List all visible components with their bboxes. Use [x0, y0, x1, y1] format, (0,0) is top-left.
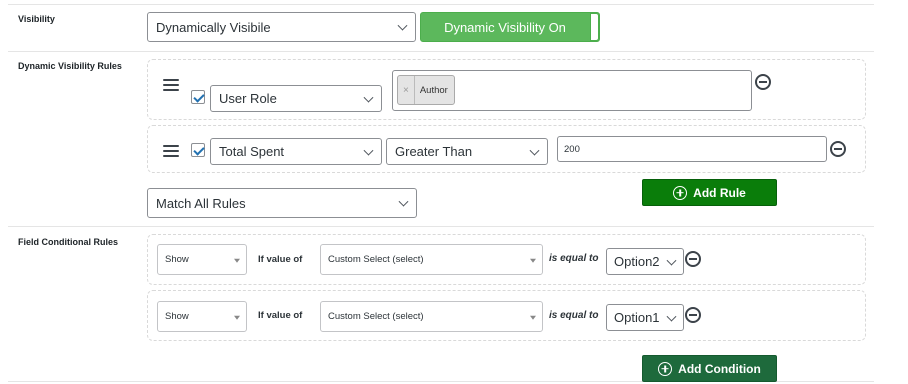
dynamic-visibility-toggle[interactable]: Dynamic Visibility On [420, 12, 600, 42]
match-rules-value: Match All Rules [156, 195, 246, 211]
rule-2-operator-select[interactable]: Greater Than [386, 138, 548, 165]
condition-1-action-select[interactable]: Show [157, 244, 247, 275]
remove-condition-1-icon[interactable] [685, 251, 701, 267]
rule-2-field-value: Total Spent [219, 144, 285, 159]
tag-label: Author [419, 84, 448, 96]
plus-circle-icon [658, 361, 673, 376]
rule-2-value: 200 [564, 143, 580, 155]
condition-2-action-select[interactable]: Show [157, 301, 247, 332]
drag-handle-icon[interactable] [163, 145, 179, 157]
tag-author: × Author [397, 75, 455, 105]
condition-2-option-select[interactable]: Option1 [606, 304, 684, 331]
condition-1-option-value: Option2 [614, 254, 660, 269]
condition-2-field-select[interactable]: Custom Select (select) [320, 301, 543, 332]
chevron-down-icon [363, 92, 374, 103]
condition-1-if-value-of: If value of [258, 254, 303, 265]
condition-2-if-value-of: If value of [258, 310, 303, 321]
rule-1-field-select[interactable]: User Role [210, 85, 382, 112]
condition-1-field-value: Custom Select (select) [328, 254, 424, 265]
condition-2-field-value: Custom Select (select) [328, 311, 424, 322]
rule-2-value-input[interactable]: 200 [557, 136, 827, 162]
rule-card-2: Total Spent Greater Than 200 [147, 125, 866, 173]
toggle-label: Dynamic Visibility On [444, 19, 566, 35]
dropdown-arrow-icon [530, 315, 536, 320]
chevron-down-icon [529, 145, 540, 156]
dropdown-arrow-icon [530, 258, 536, 263]
condition-2-action-value: Show [165, 311, 189, 322]
section-divider-2 [8, 226, 874, 227]
condition-2-option-value: Option1 [614, 310, 660, 325]
rule-1-tags-input[interactable]: × Author [392, 70, 752, 111]
chevron-down-icon [666, 311, 677, 322]
condition-1-field-select[interactable]: Custom Select (select) [320, 244, 543, 275]
remove-rule-1-icon[interactable] [755, 74, 771, 90]
condition-card-2: Show If value of Custom Select (select) … [147, 290, 866, 341]
remove-condition-2-icon[interactable] [685, 307, 701, 323]
chevron-down-icon [363, 145, 374, 156]
rule-1-field-value: User Role [219, 91, 277, 106]
condition-2-is-equal-to: is equal to [549, 310, 599, 321]
dropdown-arrow-icon [234, 258, 240, 263]
add-condition-label: Add Condition [678, 361, 761, 376]
rule-2-field-select[interactable]: Total Spent [210, 138, 382, 165]
visibility-select[interactable]: Dynamically Visibile [147, 12, 416, 42]
toggle-knob [590, 13, 599, 41]
dropdown-arrow-icon [234, 315, 240, 320]
chevron-down-icon [398, 196, 409, 207]
section-divider-1 [8, 51, 874, 52]
match-rules-select[interactable]: Match All Rules [147, 188, 417, 218]
rule-2-operator-value: Greater Than [395, 144, 473, 159]
condition-card-1: Show If value of Custom Select (select) … [147, 234, 866, 285]
dynamic-visibility-rules-label: Dynamic Visibility Rules [18, 61, 122, 71]
remove-tag-icon[interactable]: × [398, 76, 415, 104]
chevron-down-icon [397, 20, 408, 31]
rule-2-checkbox[interactable] [191, 143, 205, 157]
rule-1-checkbox[interactable] [191, 90, 205, 104]
top-divider [8, 4, 874, 5]
visibility-select-value: Dynamically Visibile [156, 19, 271, 35]
rule-card-1: User Role × Author [147, 59, 866, 120]
drag-handle-icon[interactable] [163, 79, 179, 91]
remove-rule-2-icon[interactable] [830, 141, 846, 157]
plus-circle-icon [673, 185, 688, 200]
visibility-label: Visibility [18, 14, 55, 24]
condition-1-action-value: Show [165, 254, 189, 265]
condition-1-option-select[interactable]: Option2 [606, 248, 684, 275]
field-conditional-rules-label: Field Conditional Rules [18, 237, 119, 247]
add-condition-button[interactable]: Add Condition [642, 355, 777, 382]
add-rule-label: Add Rule [693, 185, 746, 200]
condition-1-is-equal-to: is equal to [549, 253, 599, 264]
add-rule-button[interactable]: Add Rule [642, 179, 777, 206]
chevron-down-icon [666, 255, 677, 266]
